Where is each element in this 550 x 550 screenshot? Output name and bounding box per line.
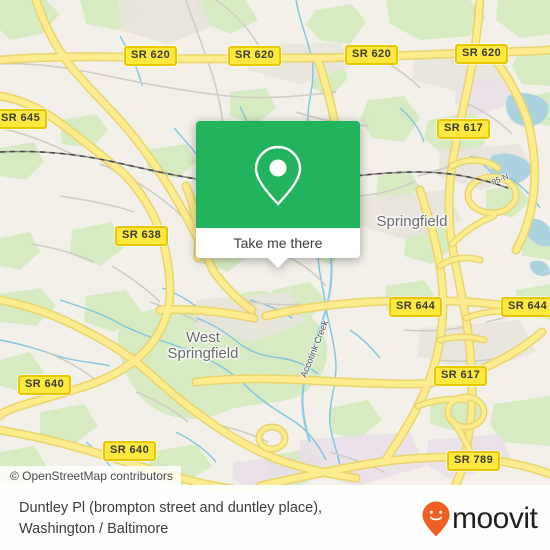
- road-shield: SR 789: [447, 451, 501, 471]
- take-me-there-label: Take me there: [233, 235, 323, 251]
- popup-tail: [267, 257, 289, 268]
- road-shield: SR 620: [228, 46, 282, 66]
- road-shield: SR 640: [18, 375, 72, 395]
- road-shield: SR 640: [103, 441, 157, 461]
- osm-attribution[interactable]: © OpenStreetMap contributors: [0, 466, 181, 487]
- popup-pin-area: [196, 121, 360, 228]
- road-shield: SR 620: [345, 45, 399, 65]
- moovit-map-screenshot: SR 620 SR 620 SR 620 SR 620 SR 645 SR 617 SR 6…: [0, 0, 550, 550]
- moovit-wordmark: moovit: [452, 502, 538, 535]
- place-label: Springfield: [376, 213, 448, 230]
- road-shield: SR 638: [115, 226, 169, 246]
- take-me-there-button[interactable]: Take me there: [196, 228, 360, 268]
- road-shield: SR 617: [434, 366, 488, 386]
- road-shield: SR 620: [124, 46, 178, 66]
- road-shield: SR 617: [437, 119, 491, 139]
- map-pin-icon: [254, 145, 302, 206]
- road-shield: SR 645: [0, 109, 48, 129]
- footer-subtitle: Washington / Baltimore: [19, 521, 169, 537]
- road-shield: SR 644: [501, 297, 550, 317]
- moovit-logo[interactable]: moovit: [421, 500, 538, 538]
- footer-caption: Duntley Pl (brompton street and duntley …: [19, 498, 389, 540]
- location-popup-card[interactable]: Take me there: [196, 121, 360, 268]
- place-label: West Springfield: [167, 329, 239, 362]
- road-shield: SR 620: [455, 44, 509, 64]
- road-shield: SR 644: [389, 297, 443, 317]
- moovit-pin-smiley-icon: [422, 501, 450, 537]
- footer-title: Duntley Pl (brompton street and duntley …: [19, 500, 323, 516]
